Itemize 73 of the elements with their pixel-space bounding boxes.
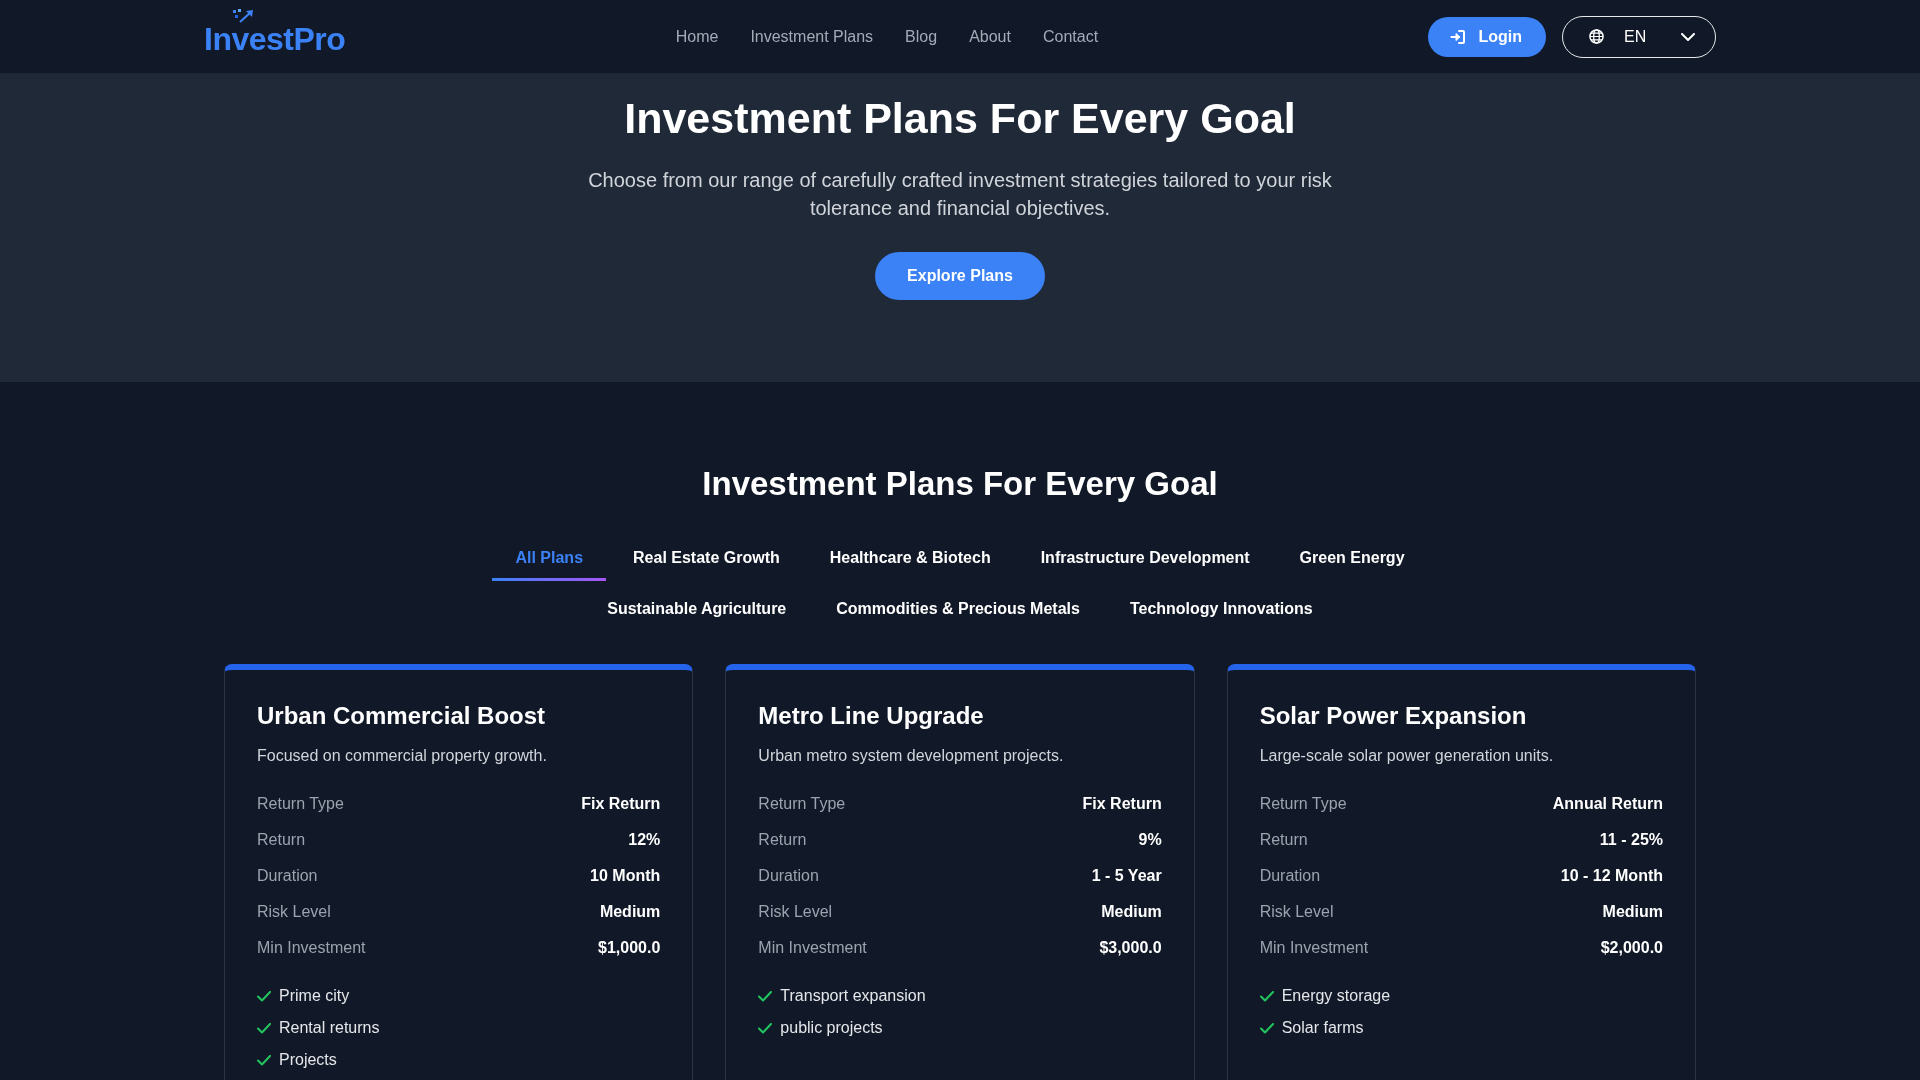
detail-value: $1,000.0 xyxy=(598,938,661,958)
explore-plans-button[interactable]: Explore Plans xyxy=(875,252,1045,300)
detail-value: $2,000.0 xyxy=(1600,938,1663,958)
detail-label: Return xyxy=(1259,830,1308,850)
nav-link[interactable]: Blog xyxy=(905,27,938,46)
nav-link[interactable]: Investment Plans xyxy=(750,27,874,46)
arrow-dots-icon xyxy=(232,8,254,23)
feature-text: Rental returns xyxy=(279,1018,380,1038)
detail-label: Return xyxy=(257,830,306,850)
detail-label: Duration xyxy=(758,866,819,886)
check-icon xyxy=(257,990,271,1002)
detail-value: 1 - 5 Year xyxy=(1091,866,1162,886)
hero-subtitle: Choose from our range of carefully crafted investment strategies tailored to your risk tolerance and financial objectives. xyxy=(587,168,1333,221)
detail-label: Risk Level xyxy=(1259,902,1334,922)
login-icon xyxy=(1450,28,1467,45)
plan-description: Urban metro system development projects. xyxy=(758,746,1065,766)
detail-value: 9% xyxy=(1138,830,1162,850)
detail-value: Fix Return xyxy=(1082,794,1162,814)
category-tab[interactable]: Sustainable Agriculture xyxy=(584,589,810,632)
category-tab[interactable]: Commodities & Precious Metals xyxy=(813,589,1103,632)
detail-value: Medium xyxy=(1101,902,1162,922)
detail-value: $3,000.0 xyxy=(1099,938,1162,958)
detail-value: Fix Return xyxy=(581,794,661,814)
nav-link[interactable]: Home xyxy=(675,27,719,46)
detail-value: 12% xyxy=(628,830,661,850)
check-icon xyxy=(1259,1022,1274,1034)
detail-label: Min Investment xyxy=(1259,938,1369,958)
globe-icon xyxy=(1589,29,1604,44)
category-tab[interactable]: All Plans xyxy=(492,538,607,581)
nav-link[interactable]: About xyxy=(969,27,1011,46)
plan-description: Large-scale solar power generation units. xyxy=(1259,746,1555,766)
detail-label: Min Investment xyxy=(758,938,867,958)
category-tab[interactable]: Technology Innovations xyxy=(1106,589,1336,632)
detail-label: Return Type xyxy=(1259,794,1347,814)
category-tab[interactable]: Infrastructure Development xyxy=(1017,538,1273,581)
category-tab[interactable]: Healthcare & Biotech xyxy=(806,538,1014,581)
check-icon xyxy=(1259,990,1274,1002)
detail-label: Risk Level xyxy=(758,902,833,922)
detail-value: 10 - 12 Month xyxy=(1560,866,1663,886)
plan-title: Urban Commercial Boost xyxy=(257,701,547,731)
feature-text: Energy storage xyxy=(1281,986,1391,1006)
check-icon xyxy=(257,1022,271,1034)
category-tab[interactable]: Green Energy xyxy=(1276,538,1428,581)
detail-value: Annual Return xyxy=(1552,794,1663,814)
plan-description: Focused on commercial property growth. xyxy=(257,746,548,766)
feature-text: Projects xyxy=(279,1050,337,1070)
detail-label: Risk Level xyxy=(257,902,331,922)
feature-text: Solar farms xyxy=(1281,1018,1364,1038)
plan-title: Solar Power Expansion xyxy=(1259,701,1528,731)
check-icon xyxy=(758,1022,773,1034)
check-icon xyxy=(758,990,773,1002)
detail-value: 10 Month xyxy=(590,866,661,886)
detail-value: Medium xyxy=(599,902,661,922)
section-title: Investment Plans For Every Goal xyxy=(702,464,1218,504)
feature-text: public projects xyxy=(780,1018,883,1038)
detail-value: 11 - 25% xyxy=(1599,830,1663,850)
hero-title: Investment Plans For Every Goal xyxy=(624,93,1296,144)
detail-label: Duration xyxy=(1259,866,1321,886)
category-tab[interactable]: Real Estate Growth xyxy=(610,538,803,581)
chevron-down-icon xyxy=(1681,32,1695,41)
plan-title: Metro Line Upgrade xyxy=(758,701,985,731)
detail-label: Return xyxy=(758,830,807,850)
detail-value: Medium xyxy=(1602,902,1663,922)
feature-text: Transport expansion xyxy=(780,986,926,1006)
check-icon xyxy=(257,1054,271,1066)
feature-text: Prime city xyxy=(279,986,350,1006)
detail-label: Return Type xyxy=(257,794,344,814)
login-button[interactable]: Login xyxy=(1428,16,1546,57)
detail-label: Duration xyxy=(257,866,318,886)
detail-label: Return Type xyxy=(758,794,846,814)
logo-text[interactable]: InvestPro xyxy=(204,21,346,56)
nav-link[interactable]: Contact xyxy=(1042,27,1099,46)
detail-label: Min Investment xyxy=(257,938,366,958)
